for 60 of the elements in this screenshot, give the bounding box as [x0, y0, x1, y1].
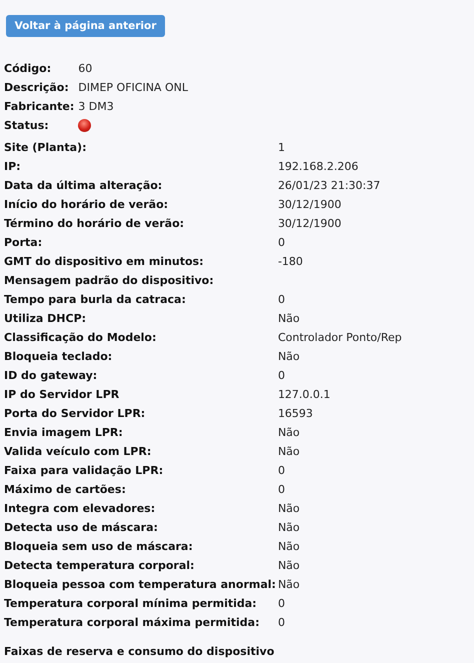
field-label: Código: [4, 61, 52, 77]
field-label: IP do Servidor LPR [4, 388, 120, 401]
field-label: Término do horário de verão: [4, 217, 184, 230]
field-value: 0 [278, 236, 285, 249]
field-value: 0 [278, 464, 285, 477]
field-label: Início do horário de verão: [4, 198, 168, 211]
field-label: Temperatura corporal mínima permitida: [4, 597, 257, 610]
field-value: Controlador Ponto/Rep [278, 331, 402, 344]
back-button[interactable]: Voltar à página anterior [6, 15, 165, 37]
field-value: 1 [278, 141, 285, 154]
field-value: 0 [278, 616, 285, 629]
field-value: 30/12/1900 [278, 198, 342, 211]
field-value: 0 [278, 597, 285, 610]
field-label: Status: [4, 118, 50, 134]
field-label: Porta: [4, 236, 42, 249]
field-value: 192.168.2.206 [278, 160, 358, 173]
field-label: Bloqueia teclado: [4, 350, 112, 363]
field-value: Não [278, 502, 300, 515]
field-label: Máximo de cartões: [4, 483, 126, 496]
field-value: 0 [278, 483, 285, 496]
field-label: Utiliza DHCP: [4, 312, 86, 325]
field-value: 60 [78, 61, 94, 77]
field-value: 0 [278, 369, 285, 382]
field-label: Descrição: [4, 80, 70, 96]
field-label: Detecta temperatura corporal: [4, 559, 194, 572]
field-label: Site (Planta): [4, 141, 86, 154]
field-label: Temperatura corporal máxima permitida: [4, 616, 260, 629]
field-label: ID do gateway: [4, 369, 98, 382]
field-label: GMT do dispositivo em minutos: [4, 255, 204, 268]
field-value: 16593 [278, 407, 313, 420]
field-value: -180 [278, 255, 303, 268]
field-value: Não [278, 350, 300, 363]
field-value: 3 DM3 [78, 99, 115, 115]
field-value: Não [278, 445, 300, 458]
section-title: Faixas de reserva e consumo do dispositivo [4, 644, 276, 660]
field-label: Porta do Servidor LPR: [4, 407, 146, 420]
field-value: Não [278, 426, 300, 439]
field-value: Não [278, 540, 300, 553]
field-label: Integra com elevadores: [4, 502, 156, 515]
field-label: Classificação do Modelo: [4, 331, 156, 344]
field-label: Envia imagem LPR: [4, 426, 123, 439]
field-value: Não [278, 521, 300, 534]
field-label: Mensagem padrão do dispositivo: [4, 274, 214, 287]
field-value: DIMEP OFICINA ONL [78, 80, 189, 96]
field-label: Faixa para validação LPR: [4, 464, 164, 477]
field-label: Data da última alteração: [4, 179, 162, 192]
field-label: Valida veículo com LPR: [4, 445, 152, 458]
field-label: IP: [4, 160, 21, 173]
field-label: Tempo para burla da catraca: [4, 293, 186, 306]
field-value: 26/01/23 21:30:37 [278, 179, 380, 192]
field-value: 127.0.0.1 [278, 388, 330, 401]
field-value: 30/12/1900 [278, 217, 342, 230]
field-value: Não [278, 559, 300, 572]
field-label: Fabricante: [4, 99, 74, 115]
field-label: Bloqueia pessoa com temperatura anormal: [4, 578, 276, 591]
field-value: Não [278, 312, 300, 325]
field-value: 0 [278, 293, 285, 306]
field-label: Bloqueia sem uso de máscara: [4, 540, 193, 553]
field-label: Detecta uso de máscara: [4, 521, 158, 534]
field-value: Não [278, 578, 300, 591]
